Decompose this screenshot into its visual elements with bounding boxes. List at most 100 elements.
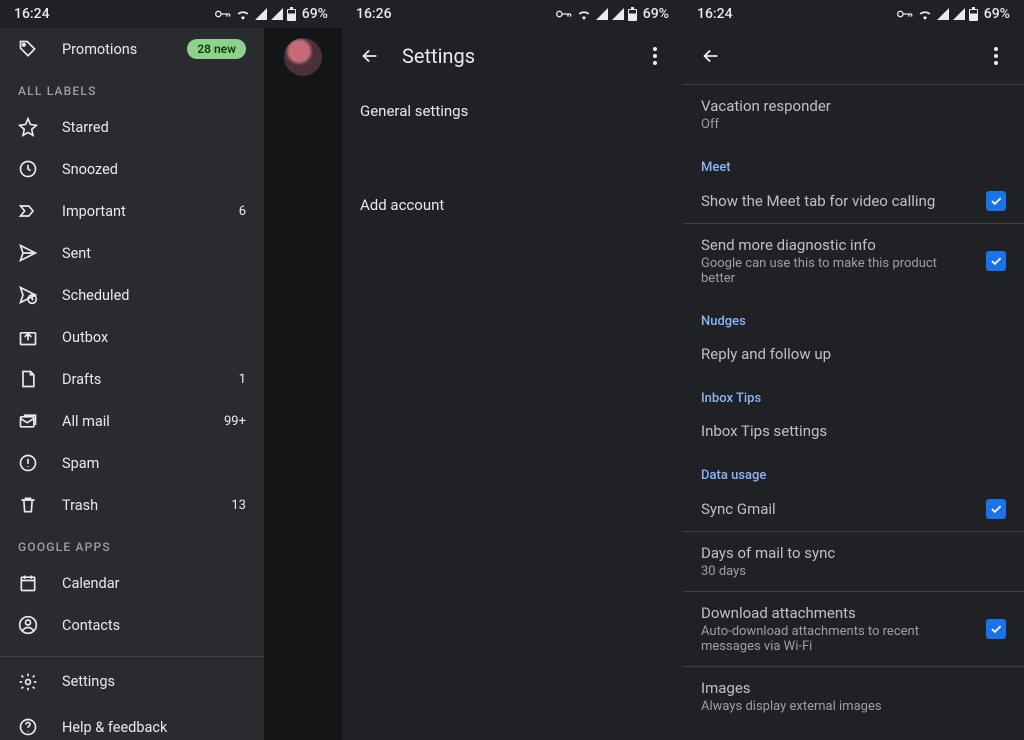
drawer-item-settings[interactable]: Settings xyxy=(0,656,264,706)
setting-title: Download attachments xyxy=(701,604,970,622)
drawer-item-outbox[interactable]: Outbox xyxy=(0,316,264,358)
drawer-count: 6 xyxy=(239,204,246,219)
setting-subtitle: Off xyxy=(701,117,1006,132)
setting-vacation-responder[interactable]: Vacation responder Off xyxy=(683,85,1024,144)
battery-percent: 69% xyxy=(302,6,328,22)
drawer-item-label: Starred xyxy=(62,119,246,136)
section-inbox-tips: Inbox Tips xyxy=(683,375,1024,410)
pane-settings-list: 16:26 69% Settings General settings Add … xyxy=(342,0,683,740)
battery-percent: 69% xyxy=(984,6,1010,22)
promotions-badge: 28 new xyxy=(187,39,246,59)
drawer-item-drafts[interactable]: Drafts 1 xyxy=(0,358,264,400)
drawer-item-label: Promotions xyxy=(62,41,163,58)
check-icon xyxy=(989,254,1003,268)
back-button[interactable] xyxy=(350,36,390,76)
section-data-usage: Data usage xyxy=(683,452,1024,487)
drawer-count: 13 xyxy=(231,498,246,513)
app-bar: Settings xyxy=(342,28,683,84)
drawer-item-label: Sent xyxy=(62,245,246,262)
arrow-back-icon xyxy=(700,45,722,67)
setting-reply-follow-up[interactable]: Reply and follow up xyxy=(683,333,1024,375)
pane-drawer: 16:24 69% Promotions 28 new ALL LABELS S… xyxy=(0,0,342,740)
setting-images[interactable]: Images Always display external images xyxy=(683,667,1024,726)
drawer-item-snoozed[interactable]: Snoozed xyxy=(0,148,264,190)
file-icon xyxy=(18,369,38,389)
drawer-item-label: Scheduled xyxy=(62,287,246,304)
setting-title: Inbox Tips settings xyxy=(701,422,1006,440)
drawer-scrim[interactable] xyxy=(264,28,342,740)
signal-icon xyxy=(596,8,608,20)
drawer-item-label: All mail xyxy=(62,413,200,430)
setting-title: Show the Meet tab for video calling xyxy=(701,192,970,210)
setting-subtitle: Google can use this to make this product… xyxy=(701,256,970,286)
check-icon xyxy=(989,194,1003,208)
checkbox-checked[interactable] xyxy=(986,619,1006,639)
setting-subtitle: Always display external images xyxy=(701,699,1006,714)
send-icon xyxy=(18,243,38,263)
drawer-item-spam[interactable]: Spam xyxy=(0,442,264,484)
drawer-item-label: Spam xyxy=(62,455,246,472)
drawer-item-label: Help & feedback xyxy=(62,719,246,736)
calendar-icon xyxy=(18,573,38,593)
setting-diagnostic-info[interactable]: Send more diagnostic info Google can use… xyxy=(683,224,1024,298)
settings-item-general[interactable]: General settings xyxy=(342,84,683,138)
setting-title: Images xyxy=(701,679,1006,697)
drawer-item-label: Outbox xyxy=(62,329,246,346)
drawer-item-trash[interactable]: Trash 13 xyxy=(0,484,264,526)
battery-icon xyxy=(287,7,296,21)
overflow-menu-button[interactable] xyxy=(635,36,675,76)
setting-days-to-sync[interactable]: Days of mail to sync 30 days xyxy=(683,532,1024,591)
contacts-icon xyxy=(18,615,38,635)
drawer-item-label: Snoozed xyxy=(62,161,246,178)
drawer-item-starred[interactable]: Starred xyxy=(0,106,264,148)
gear-icon xyxy=(18,672,38,692)
drawer-item-label: Calendar xyxy=(62,575,246,592)
overflow-menu-button[interactable] xyxy=(976,36,1016,76)
drawer-item-scheduled[interactable]: Scheduled xyxy=(0,274,264,316)
section-meet: Meet xyxy=(683,144,1024,179)
drawer-count: 99+ xyxy=(224,414,246,429)
drawer-item-sent[interactable]: Sent xyxy=(0,232,264,274)
setting-subtitle: Auto-download attachments to recent mess… xyxy=(701,624,970,654)
status-bar: 16:24 69% xyxy=(0,0,342,28)
more-vert-icon xyxy=(653,47,657,65)
setting-download-attachments[interactable]: Download attachments Auto-download attac… xyxy=(683,592,1024,666)
section-google-apps: GOOGLE APPS xyxy=(0,526,264,562)
avatar[interactable] xyxy=(284,38,322,76)
drawer-item-important[interactable]: Important 6 xyxy=(0,190,264,232)
status-time: 16:24 xyxy=(14,6,50,22)
settings-item-add-account[interactable]: Add account xyxy=(342,178,683,232)
tag-icon xyxy=(18,39,38,59)
outbox-icon xyxy=(18,327,38,347)
drawer-item-promotions[interactable]: Promotions 28 new xyxy=(0,28,264,70)
trash-icon xyxy=(18,495,38,515)
vpn-key-icon xyxy=(897,9,913,19)
drawer-item-label: Contacts xyxy=(62,617,246,634)
pane-account-settings: 16:24 69% Vacation responder Off Meet Sh… xyxy=(683,0,1024,740)
stacked-mail-icon xyxy=(18,411,38,431)
drawer-item-calendar[interactable]: Calendar xyxy=(0,562,264,604)
back-button[interactable] xyxy=(691,36,731,76)
drawer-item-contacts[interactable]: Contacts xyxy=(0,604,264,646)
clock-icon xyxy=(18,159,38,179)
checkbox-checked[interactable] xyxy=(986,251,1006,271)
setting-title: Send more diagnostic info xyxy=(701,236,970,254)
drawer-item-all-mail[interactable]: All mail 99+ xyxy=(0,400,264,442)
important-icon xyxy=(18,201,38,221)
setting-title: Reply and follow up xyxy=(701,345,1006,363)
status-bar: 16:26 69% xyxy=(342,0,683,28)
setting-subtitle: 30 days xyxy=(701,564,1006,579)
setting-sync-gmail[interactable]: Sync Gmail xyxy=(683,487,1024,531)
page-title: Settings xyxy=(402,44,623,68)
checkbox-checked[interactable] xyxy=(986,499,1006,519)
battery-percent: 69% xyxy=(643,6,669,22)
nav-drawer: Promotions 28 new ALL LABELS Starred Sno… xyxy=(0,28,264,740)
vpn-key-icon xyxy=(556,9,572,19)
setting-meet-tab[interactable]: Show the Meet tab for video calling xyxy=(683,179,1024,223)
spam-icon xyxy=(18,453,38,473)
drawer-item-label: Drafts xyxy=(62,371,215,388)
drawer-item-help[interactable]: Help & feedback xyxy=(0,706,264,740)
status-icons: 69% xyxy=(215,6,328,22)
checkbox-checked[interactable] xyxy=(986,191,1006,211)
setting-inbox-tips[interactable]: Inbox Tips settings xyxy=(683,410,1024,452)
